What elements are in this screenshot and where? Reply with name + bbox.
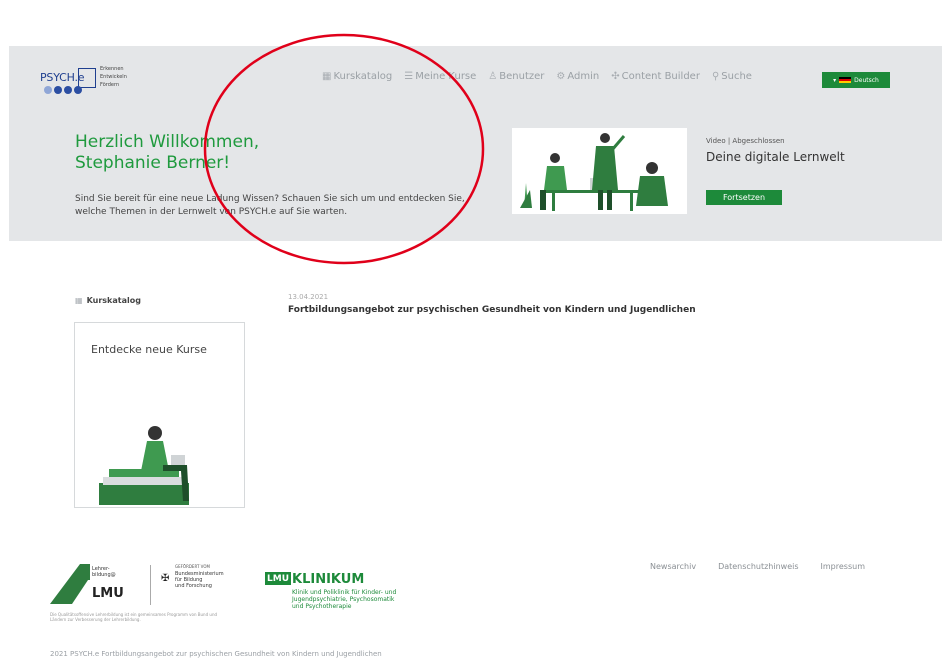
catalog-section-label[interactable]: ▦ Kurskatalog: [75, 296, 141, 305]
user-icon: ♙: [488, 71, 498, 82]
news-date: 13.04.2021: [288, 293, 329, 301]
language-selector[interactable]: ▾ Deutsch: [822, 72, 890, 88]
video-status: Video | Abgeschlossen: [706, 137, 785, 145]
list-icon: ☰: [404, 71, 414, 82]
footer-link-datenschutz[interactable]: Datenschutzhinweis: [718, 562, 798, 571]
nav-kurskatalog[interactable]: ▦ Kurskatalog: [322, 71, 392, 82]
footer-link-newsarchiv[interactable]: Newsarchiv: [650, 562, 696, 571]
search-icon: ⚲: [711, 71, 720, 82]
continue-button[interactable]: Fortsetzen: [706, 190, 782, 205]
grid-icon: ▦: [75, 296, 83, 305]
nav-admin[interactable]: ⚙ Admin: [556, 71, 599, 82]
eagle-icon: ✠: [161, 573, 170, 584]
catalog-card-title: Entdecke neue Kurse: [91, 343, 207, 356]
logo-dots: [44, 86, 82, 94]
footer-links: Newsarchiv Datenschutzhinweis Impressum: [650, 562, 865, 571]
nav-benutzer[interactable]: ♙ Benutzer: [488, 71, 544, 82]
reading-person-illustration: [99, 426, 189, 505]
chevron-down-icon: ▾: [833, 76, 837, 84]
logo-tagline: Erkennen Entwickeln Fördern: [100, 66, 127, 88]
video-thumbnail[interactable]: [512, 128, 687, 214]
german-flag-icon: [839, 76, 852, 84]
welcome-heading: Herzlich Willkommen, Stephanie Berner!: [75, 132, 260, 173]
puzzle-icon: ✣: [611, 71, 620, 82]
welcome-text: Sind Sie bereit für eine neue Ladung Wis…: [75, 194, 465, 217]
catalog-card[interactable]: Entdecke neue Kurse: [74, 322, 245, 508]
learning-illustration: [512, 128, 687, 214]
news-title[interactable]: Fortbildungsangebot zur psychischen Gesu…: [288, 305, 696, 315]
nav-suche[interactable]: ⚲ Suche: [712, 71, 752, 82]
lmu-klinikum-logo[interactable]: LMU KLINIKUM Klinik und Poliklinik für K…: [265, 568, 435, 618]
copyright-text: 2021 PSYCH.e Fortbildungsangebot zur psy…: [50, 650, 382, 658]
psyche-logo[interactable]: PSYCH.e Erkennen Entwickeln Fördern: [30, 63, 160, 99]
nav-content-builder[interactable]: ✣ Content Builder: [611, 71, 700, 82]
footer-link-impressum[interactable]: Impressum: [821, 562, 865, 571]
funding-note: Die Qualitätsoffensive Lehrerbildung ist…: [50, 612, 218, 622]
main-nav: ▦ Kurskatalog ☰ Meine Kurse ♙ Benutzer ⚙…: [322, 71, 764, 82]
settings-icon: ⚙: [556, 71, 566, 82]
video-title: Deine digitale Lernwelt: [706, 150, 845, 164]
grid-icon: ▦: [322, 71, 332, 82]
logo-frame: [78, 68, 96, 88]
nav-meine-kurse[interactable]: ☰ Meine Kurse: [404, 71, 476, 82]
lehrerbildung-lmu-logo[interactable]: Lehrer- bildung@ LMU: [50, 562, 140, 607]
lmu-roof-graphic: [50, 564, 90, 604]
language-label: Deutsch: [854, 76, 879, 84]
bmbf-logo[interactable]: GEFÖRDERT VOM ✠ Bundesministerium für Bi…: [150, 564, 230, 605]
